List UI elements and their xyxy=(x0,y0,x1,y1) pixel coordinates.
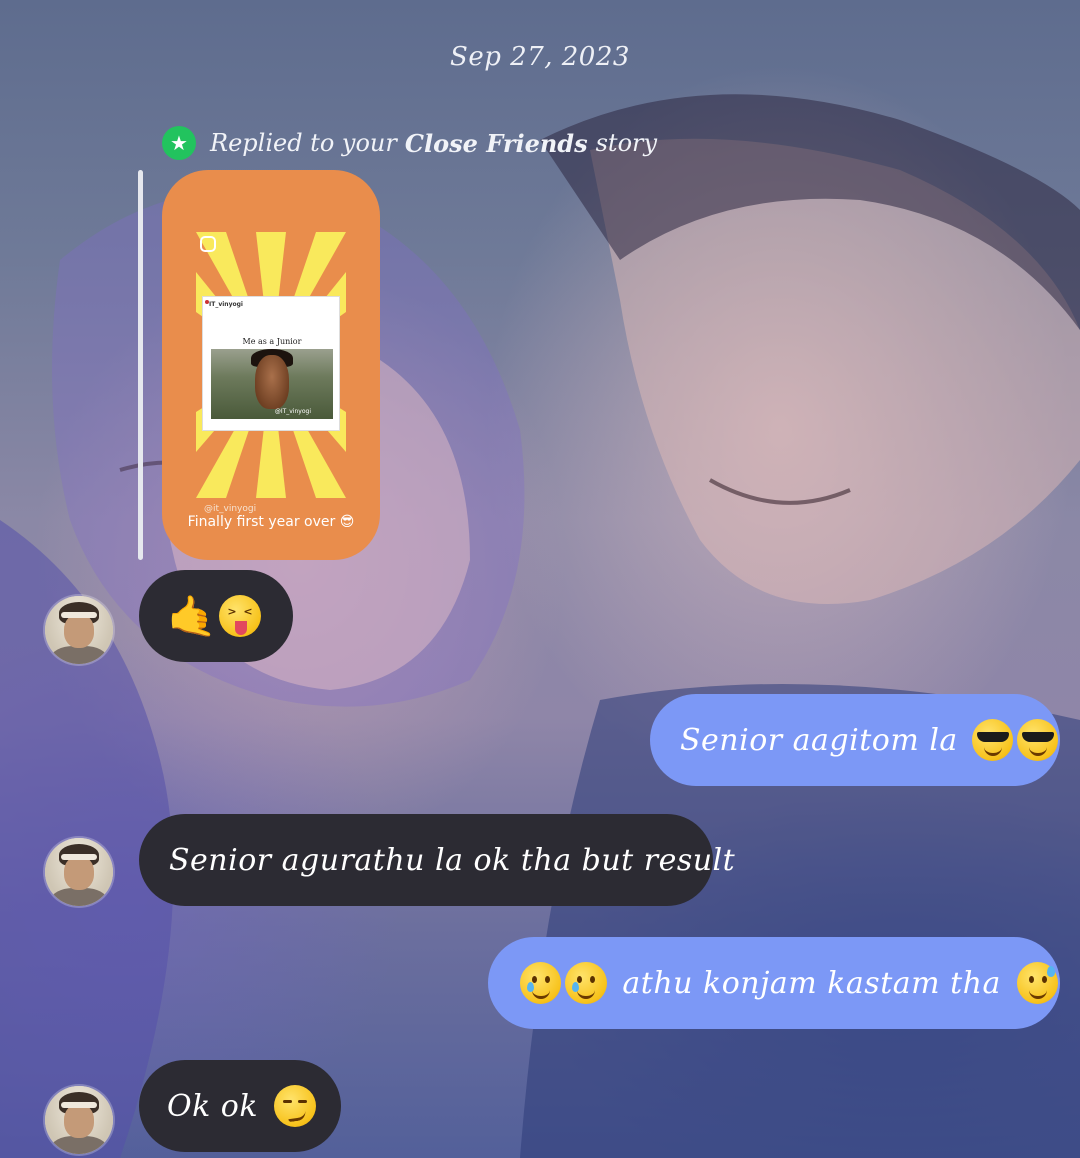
message-bubble-sent[interactable]: Senior aagitom la xyxy=(650,694,1060,786)
story-preview-card[interactable]: IT_vinyogi Me as a Junior @IT_vinyogi @i… xyxy=(162,170,380,560)
holding-back-tears-face-icon xyxy=(520,962,562,1004)
holding-back-tears-face-icon xyxy=(565,962,607,1004)
message-text: Ok ok xyxy=(167,1088,259,1124)
message-bubble-sent[interactable]: athu konjam kastam tha xyxy=(488,937,1060,1029)
call-me-hand-icon: 🤙 xyxy=(167,593,218,640)
date-separator: Sep 27, 2023 xyxy=(450,42,630,72)
reels-icon xyxy=(200,236,216,252)
sunglasses-face-icon xyxy=(1016,719,1058,761)
smirking-face-icon xyxy=(274,1085,317,1127)
message-bubble-received[interactable]: Senior agurathu la ok tha but result xyxy=(139,814,735,906)
reply-suffix: story xyxy=(595,129,658,157)
sender-avatar[interactable] xyxy=(45,596,113,664)
close-friends-star-icon: ★ xyxy=(162,126,196,160)
meme-watermark: @IT_vinyogi xyxy=(274,408,311,415)
grinning-sweat-face-icon xyxy=(1016,962,1058,1004)
message-text: athu konjam kastam tha xyxy=(622,965,1001,1001)
story-caption: Finally first year over 😎 xyxy=(187,514,355,530)
message-text: Senior aagitom la xyxy=(680,722,958,758)
story-handle: @it_vinyogi xyxy=(204,504,257,514)
meme-post: IT_vinyogi Me as a Junior @IT_vinyogi xyxy=(202,296,340,431)
message-text: Senior agurathu la ok tha but result xyxy=(169,842,736,878)
meme-handle: IT_vinyogi xyxy=(209,301,243,308)
story-reply-label: ★ Replied to your Close Friends story xyxy=(162,126,657,160)
sunglasses-face-icon xyxy=(971,719,1013,761)
meme-image: @IT_vinyogi xyxy=(211,349,333,419)
message-bubble-received[interactable]: Ok ok xyxy=(139,1060,341,1152)
squinting-tongue-face-icon: > < xyxy=(219,595,262,637)
sender-avatar[interactable] xyxy=(45,1086,113,1154)
meme-caption: Me as a Junior xyxy=(242,337,302,346)
sender-avatar[interactable] xyxy=(45,838,113,906)
reply-prefix: Replied to your xyxy=(210,129,397,157)
message-bubble-received[interactable]: 🤙 > < xyxy=(139,570,293,662)
reply-quote-line xyxy=(138,170,143,560)
reply-story-type: Close Friends xyxy=(404,128,588,158)
